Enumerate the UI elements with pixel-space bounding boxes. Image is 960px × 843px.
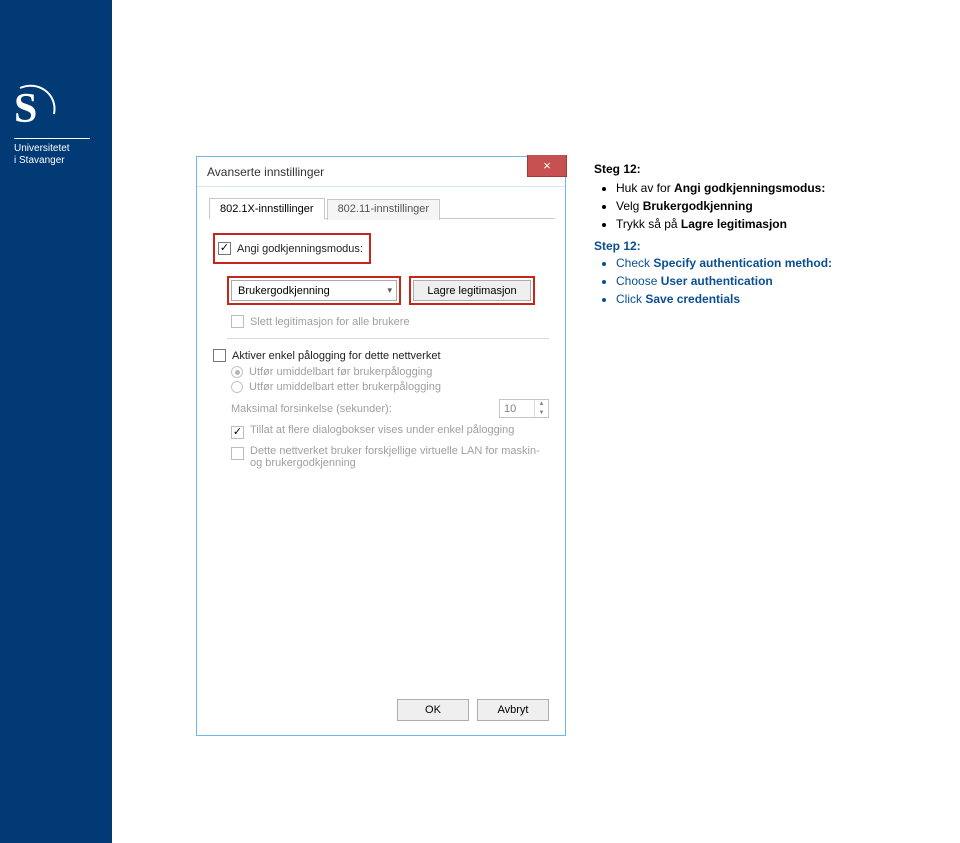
tab-8021x-label: 802.1X-innstillinger <box>220 203 314 215</box>
highlight-save-credentials: Lagre legitimasjon <box>409 276 535 305</box>
spinner-icon: ▲▼ <box>534 400 548 417</box>
label-before-logon: Utfør umiddelbart før brukerpålogging <box>249 366 432 378</box>
auth-mode-value: Brukergodkjenning <box>238 285 330 297</box>
ok-button[interactable]: OK <box>397 699 469 721</box>
advanced-settings-dialog: Avanserte innstillinger × 802.1X-innstil… <box>196 156 566 736</box>
checkbox-vlan <box>231 447 244 460</box>
instr-no-2: Velg Brukergodkjenning <box>616 198 934 214</box>
cancel-button[interactable]: Avbryt <box>477 699 549 721</box>
save-credentials-label: Lagre legitimasjon <box>427 285 516 297</box>
label-enable-sso: Aktiver enkel pålogging for dette nettve… <box>232 350 441 362</box>
checkbox-enable-sso[interactable] <box>213 349 226 362</box>
tab-80211[interactable]: 802.11-innstillinger <box>327 199 441 220</box>
max-delay-value: 10 <box>504 403 516 415</box>
org-name-line2: i Stavanger <box>14 155 98 167</box>
save-credentials-button[interactable]: Lagre legitimasjon <box>413 280 531 301</box>
close-button[interactable]: × <box>527 155 567 177</box>
radio-before-logon <box>231 366 243 378</box>
step-header-no: Steg 12: <box>594 162 934 176</box>
instr-no-3: Trykk så på Lagre legitimasjon <box>616 216 934 232</box>
chevron-down-icon: ▾ <box>381 285 392 296</box>
label-max-delay: Maksimal forsinkelse (sekunder): <box>231 403 499 415</box>
instr-no-1: Huk av for Angi godkjenningsmodus: <box>616 180 934 196</box>
instr-en-1: Check Specify authentication method: <box>616 255 934 271</box>
tab-8021x[interactable]: 802.1X-innstillinger <box>209 198 325 219</box>
highlight-auth-dropdown: Brukergodkjenning ▾ <box>227 276 401 305</box>
ok-label: OK <box>425 704 441 716</box>
instructions-panel: Steg 12: Huk av for Angi godkjenningsmod… <box>594 162 934 309</box>
instr-en-3: Click Save credentials <box>616 291 934 307</box>
checkbox-allow-dialogs <box>231 426 244 439</box>
label-allow-dialogs: Tillat at flere dialogbokser vises under… <box>250 424 514 436</box>
max-delay-input: 10 ▲▼ <box>499 399 549 418</box>
tab-80211-label: 802.11-innstillinger <box>338 203 430 215</box>
left-sidebar: S Universitetet i Stavanger <box>0 0 112 843</box>
cancel-label: Avbryt <box>498 704 529 716</box>
label-after-logon: Utfør umiddelbart etter brukerpålogging <box>249 381 441 393</box>
university-logo: S Universitetet i Stavanger <box>14 84 98 167</box>
instr-en-2: Choose User authentication <box>616 273 934 289</box>
dialog-title: Avanserte innstillinger <box>207 165 324 179</box>
step-header-en: Step 12: <box>594 239 934 253</box>
tab-panel-8021x: Angi godkjenningsmodus: Brukergodkjennin… <box>197 219 565 483</box>
checkbox-delete-credentials <box>231 315 244 328</box>
logo-letter-icon: S <box>14 88 37 130</box>
tabs: 802.1X-innstillinger 802.11-innstillinge… <box>209 197 555 219</box>
auth-mode-dropdown[interactable]: Brukergodkjenning ▾ <box>231 280 397 301</box>
dialog-titlebar: Avanserte innstillinger <box>197 157 565 187</box>
checkbox-angi-mode[interactable] <box>218 242 231 255</box>
label-vlan: Dette nettverket bruker forskjellige vir… <box>250 445 540 469</box>
close-icon: × <box>543 158 551 173</box>
radio-after-logon <box>231 381 243 393</box>
label-angi-mode: Angi godkjenningsmodus: <box>237 243 363 255</box>
org-name-line1: Universitetet <box>14 143 98 155</box>
label-delete-credentials: Slett legitimasjon for alle brukere <box>250 316 410 328</box>
highlight-angi-mode: Angi godkjenningsmodus: <box>213 233 371 264</box>
